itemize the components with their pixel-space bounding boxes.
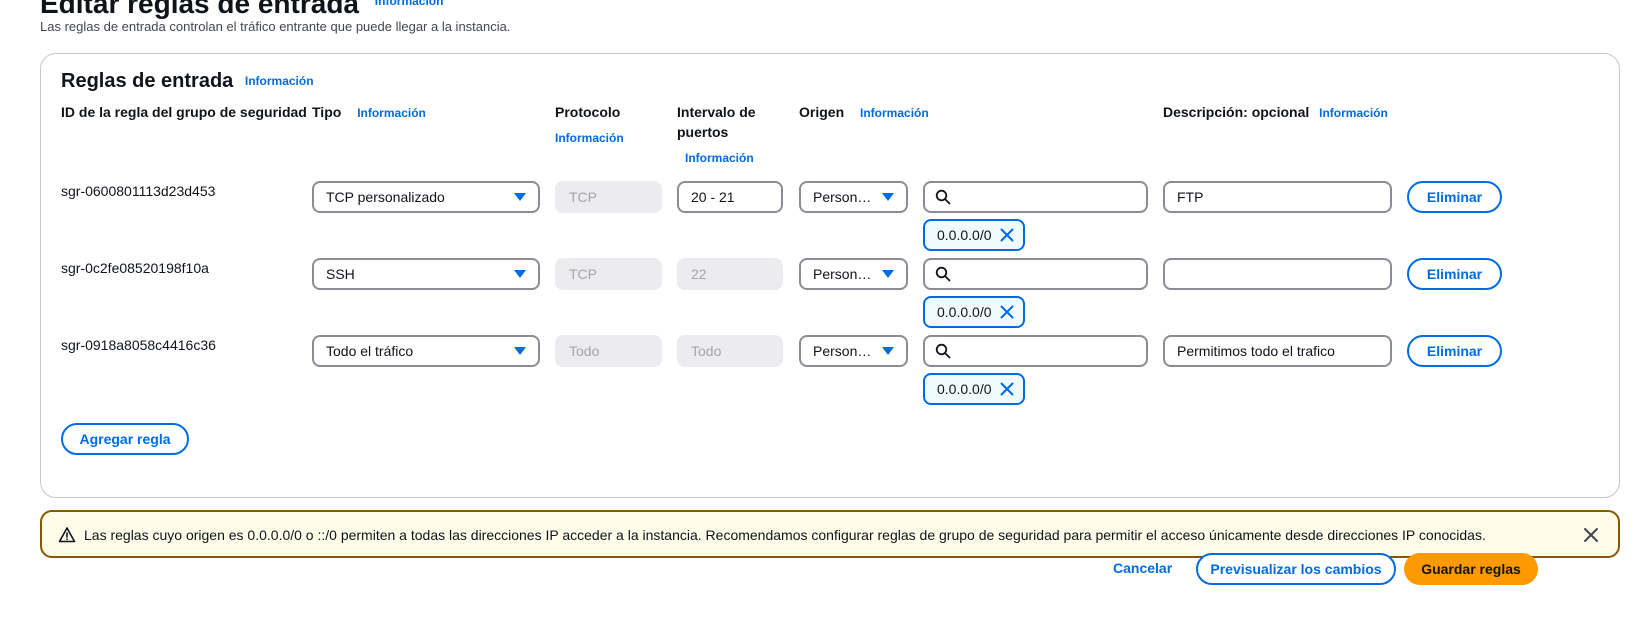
col-description: Descripción: opcional Información [1163, 102, 1388, 123]
rule-description-input[interactable]: FTP [1163, 181, 1392, 213]
caret-down-icon [882, 193, 894, 201]
col-protocol-label: Protocolo [555, 104, 621, 120]
col-source: Origen Información [799, 102, 929, 123]
col-port-range: Intervalo de puertos Información [677, 102, 756, 168]
warning-alert-text: Las reglas cuyo origen es 0.0.0.0/0 o ::… [84, 527, 1486, 543]
rule-id: sgr-0918a8058c4416c36 [61, 337, 216, 353]
rule-source-search-input[interactable] [923, 335, 1148, 367]
cidr-token-label: 0.0.0.0/0 [937, 304, 992, 320]
rule-id: sgr-0c2fe08520198f10a [61, 260, 209, 276]
inbound-rules-panel: Reglas de entrada Información ID de la r… [40, 53, 1620, 498]
remove-token-icon[interactable] [999, 227, 1015, 243]
col-source-label: Origen [799, 104, 845, 120]
col-description-info-link[interactable]: Información [1319, 106, 1388, 120]
col-description-label: Descripción: opcional [1163, 104, 1310, 120]
rule-source-search-input[interactable] [923, 258, 1148, 290]
rule-type-select[interactable]: Todo el tráfico [312, 335, 540, 367]
rule-port-range-field: Todo [677, 335, 783, 367]
delete-rule-button[interactable]: Eliminar [1407, 181, 1502, 213]
remove-token-icon[interactable] [999, 381, 1015, 397]
warning-alert: Las reglas cuyo origen es 0.0.0.0/0 o ::… [40, 510, 1620, 558]
rule-description-input[interactable] [1163, 258, 1392, 290]
rule-protocol-field: Todo [555, 335, 662, 367]
close-icon[interactable] [1582, 526, 1600, 544]
cidr-token: 0.0.0.0/0 [923, 219, 1025, 251]
rule-source-search-input[interactable] [923, 181, 1148, 213]
cidr-token-label: 0.0.0.0/0 [937, 381, 992, 397]
col-port-range-info-link[interactable]: Información [685, 148, 756, 168]
page-title-text: Editar reglas de entrada [40, 0, 360, 19]
cidr-token: 0.0.0.0/0 [923, 296, 1025, 328]
rule-type-select[interactable]: SSH [312, 258, 540, 290]
page-description: Las reglas de entrada controlan el tráfi… [40, 19, 511, 34]
delete-rule-button[interactable]: Eliminar [1407, 335, 1502, 367]
rule-source-type-value: Person… [813, 189, 872, 205]
rule-type-value: Todo el tráfico [326, 343, 414, 359]
search-icon [935, 343, 951, 359]
col-source-info-link[interactable]: Información [860, 106, 929, 120]
panel-title-info-link[interactable]: Información [245, 74, 314, 88]
rule-source-type-select[interactable]: Person… [799, 181, 908, 213]
col-protocol-info-link[interactable]: Información [555, 128, 624, 148]
caret-down-icon [514, 193, 526, 201]
rule-type-select[interactable]: TCP personalizado [312, 181, 540, 213]
cancel-button[interactable]: Cancelar [1113, 560, 1172, 576]
col-port-range-line1: Intervalo de [677, 104, 756, 120]
search-icon [935, 189, 951, 205]
page-title: Editar reglas de entrada Información [40, 0, 443, 20]
rule-port-range-input[interactable]: 20 - 21 [677, 181, 783, 213]
rule-protocol-field: TCP [555, 181, 662, 213]
add-rule-button[interactable]: Agregar regla [61, 423, 189, 455]
warning-icon [58, 527, 76, 543]
panel-title-text: Reglas de entrada [61, 70, 234, 92]
col-type-info-link[interactable]: Información [357, 106, 426, 120]
remove-token-icon[interactable] [999, 304, 1015, 320]
caret-down-icon [882, 347, 894, 355]
col-type: Tipo Información [312, 102, 426, 123]
rule-description-input[interactable]: Permitimos todo el trafico [1163, 335, 1392, 367]
caret-down-icon [514, 270, 526, 278]
rule-protocol-field: TCP [555, 258, 662, 290]
col-type-label: Tipo [312, 104, 342, 120]
col-protocol: Protocolo Información [555, 102, 624, 148]
preview-changes-button[interactable]: Previsualizar los cambios [1196, 553, 1396, 585]
delete-rule-button[interactable]: Eliminar [1407, 258, 1502, 290]
caret-down-icon [514, 347, 526, 355]
panel-title: Reglas de entrada Información [61, 70, 314, 93]
rule-source-type-select[interactable]: Person… [799, 258, 908, 290]
rule-type-value: TCP personalizado [326, 189, 445, 205]
caret-down-icon [882, 270, 894, 278]
col-port-range-line2: puertos [677, 124, 729, 140]
cidr-token: 0.0.0.0/0 [923, 373, 1025, 405]
search-icon [935, 266, 951, 282]
rule-source-type-select[interactable]: Person… [799, 335, 908, 367]
save-rules-button[interactable]: Guardar reglas [1404, 553, 1538, 585]
page-title-info-link[interactable]: Información [375, 0, 444, 8]
rule-source-type-value: Person… [813, 343, 872, 359]
cidr-token-label: 0.0.0.0/0 [937, 227, 992, 243]
rule-source-type-value: Person… [813, 266, 872, 282]
rule-type-value: SSH [326, 266, 355, 282]
rule-port-range-field: 22 [677, 258, 783, 290]
rule-id: sgr-0600801113d23d453 [61, 183, 216, 199]
col-rule-id: ID de la regla del grupo de seguridad [61, 104, 307, 120]
